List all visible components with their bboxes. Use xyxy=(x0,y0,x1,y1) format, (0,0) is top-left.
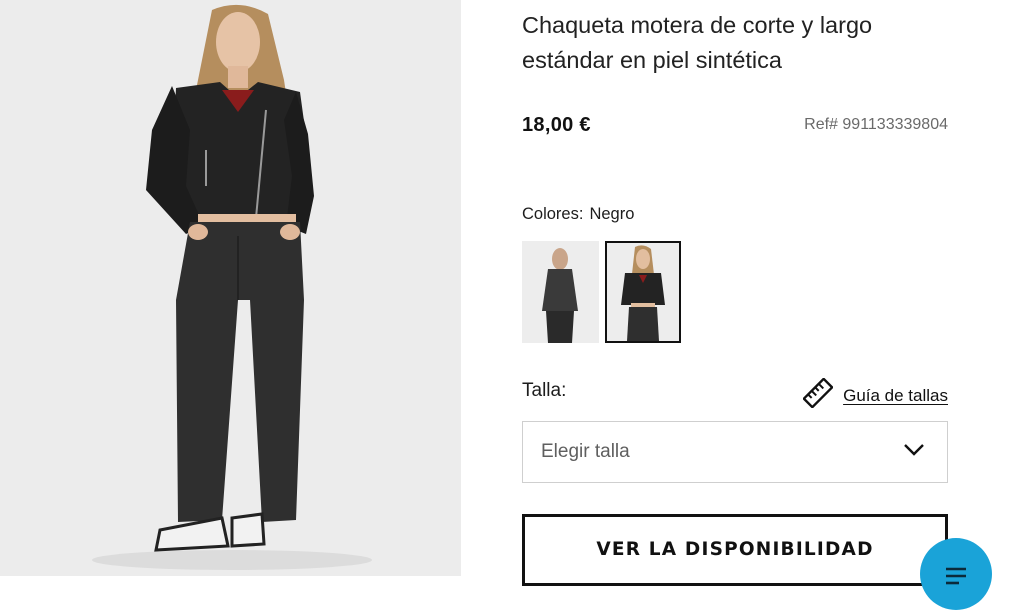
product-reference: Ref# 991133339804 xyxy=(804,116,948,133)
chat-icon xyxy=(943,566,969,610)
color-swatch-negro[interactable] xyxy=(605,241,681,343)
size-select[interactable]: Elegir talla xyxy=(522,421,948,483)
colors-row: Colores: Negro xyxy=(522,205,634,224)
colors-label: Colores: xyxy=(522,205,584,223)
check-availability-label: VER LA DISPONIBILIDAD xyxy=(596,539,874,560)
check-availability-button[interactable]: VER LA DISPONIBILIDAD xyxy=(522,514,948,586)
size-guide-link[interactable]: Guía de tallas xyxy=(802,377,948,413)
selected-color: Negro xyxy=(589,205,635,223)
ruler-icon xyxy=(802,377,834,413)
product-title: Chaqueta motera de corte y largo estánda… xyxy=(522,12,873,73)
size-label: Talla: xyxy=(522,380,567,401)
product-main-image[interactable] xyxy=(0,0,461,576)
size-select-placeholder: Elegir talla xyxy=(541,441,630,462)
chat-button[interactable] xyxy=(920,538,992,610)
chevron-down-icon xyxy=(903,443,925,462)
color-swatch-variant-1[interactable] xyxy=(522,241,599,343)
product-price: 18,00 € xyxy=(522,114,591,136)
color-swatches xyxy=(522,241,681,343)
size-guide-label[interactable]: Guía de tallas xyxy=(843,386,948,406)
